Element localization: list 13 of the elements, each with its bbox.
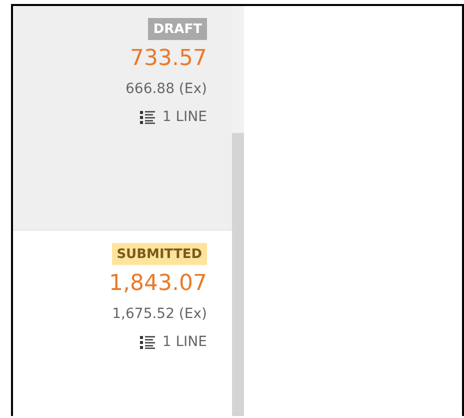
ex-tax-total: 1,675.52 (Ex) <box>112 306 207 322</box>
status-badge: SUBMITTED <box>112 243 207 265</box>
line-count: 1 LINE <box>162 334 207 350</box>
list-icon <box>140 110 156 124</box>
order-total: 733.57 <box>130 48 207 70</box>
line-count: 1 LINE <box>162 109 207 125</box>
scrollbar-thumb[interactable] <box>232 133 244 416</box>
status-badge: DRAFT <box>148 18 207 40</box>
order-card[interactable]: DRAFT 733.57 666.88 (Ex) 1 LINE <box>13 6 232 231</box>
scrollbar[interactable] <box>232 6 244 416</box>
order-total: 1,843.07 <box>109 273 207 295</box>
ex-tax-total: 666.88 (Ex) <box>126 81 207 97</box>
list-icon <box>140 336 156 348</box>
